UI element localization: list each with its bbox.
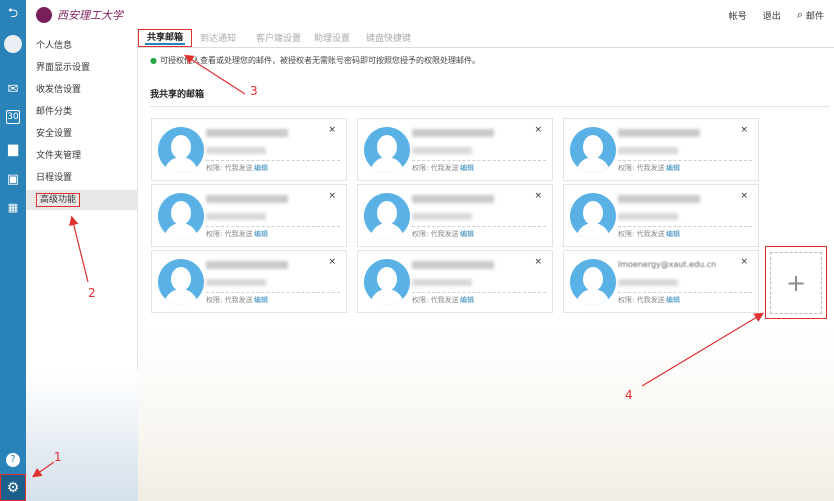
annotation-4: 4 bbox=[625, 388, 633, 402]
annotation-1: 1 bbox=[54, 450, 62, 464]
arrow-1 bbox=[32, 461, 55, 478]
arrow-2 bbox=[69, 215, 89, 283]
annotation-arrows bbox=[32, 54, 765, 478]
arrow-4 bbox=[641, 312, 765, 387]
annotation-2: 2 bbox=[88, 286, 96, 300]
arrow-3 bbox=[183, 54, 246, 95]
annotation-3: 3 bbox=[250, 84, 258, 98]
